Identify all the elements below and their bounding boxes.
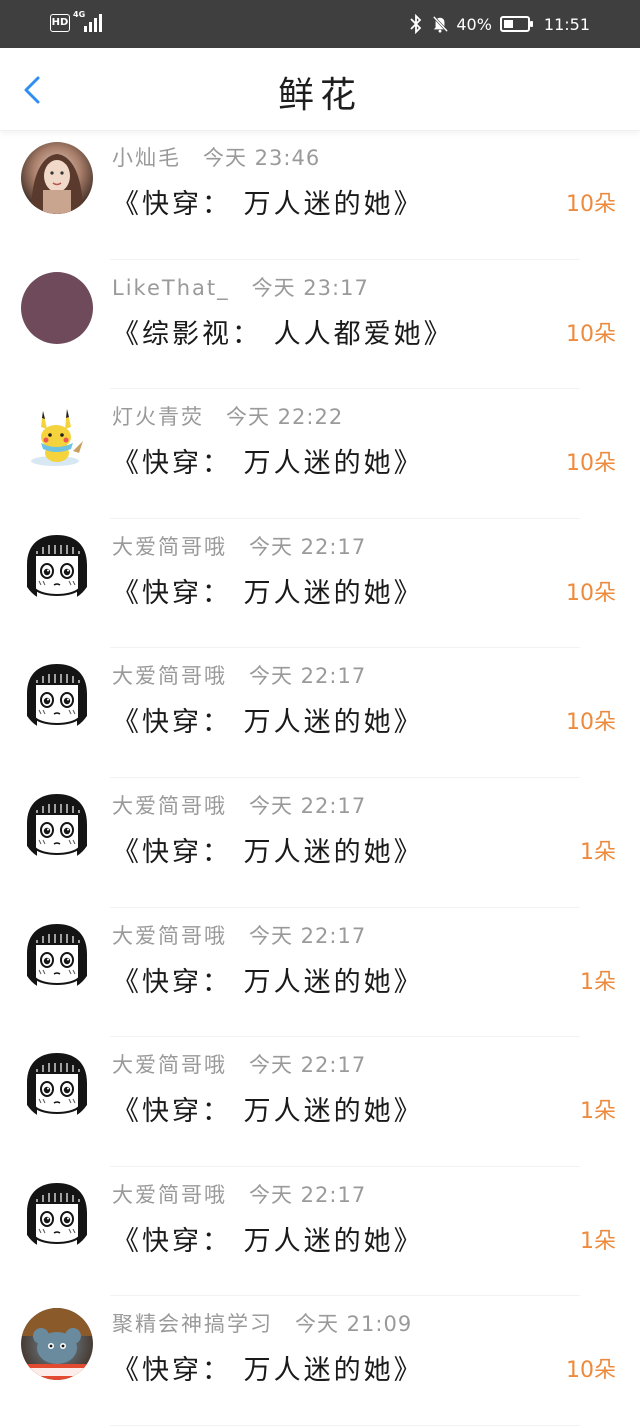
flower-amount: 10朵 (566, 192, 616, 217)
hd-badge: HD (50, 14, 70, 32)
flower-amount: 1朵 (580, 969, 616, 995)
flower-amount: 1朵 (580, 1228, 616, 1254)
gift-time: 今天 22:17 (249, 534, 367, 559)
gift-row[interactable]: 大爱简哥哦 今天 22:17 《快穿： 万人迷的她》 10朵 (0, 519, 640, 649)
gift-row[interactable]: 聚精会神搞学习 今天 21:09 《快穿： 万人迷的她》 10朵 (0, 1296, 640, 1426)
gift-row[interactable]: 大爱简哥哦 今天 22:17 《快穿： 万人迷的她》 1朵 (0, 1037, 640, 1167)
manga-girl-avatar[interactable] (21, 919, 93, 992)
page-title: 鲜花 (277, 75, 362, 116)
book-title[interactable]: 《快穿： 万人迷的她》 (112, 700, 424, 739)
manga-girl-avatar[interactable] (21, 1049, 93, 1122)
gift-row[interactable]: 灯火青荧 今天 22:22 《快穿： 万人迷的她》 10朵 (0, 389, 640, 519)
gift-meta: 小灿毛 今天 23:46 (112, 142, 320, 172)
gift-row[interactable]: 大爱简哥哦 今天 22:17 《快穿： 万人迷的她》 1朵 (0, 908, 640, 1038)
gift-time: 今天 23:17 (251, 275, 369, 300)
book-title[interactable]: 《快穿： 万人迷的她》 (112, 1089, 424, 1128)
status-bar: HD 4G 40% 11:51 (0, 0, 640, 48)
gift-time: 今天 22:22 (226, 405, 344, 430)
gift-row[interactable]: 大爱简哥哦 今天 22:17 《快穿： 万人迷的她》 1朵 (0, 1167, 640, 1297)
flower-amount: 10朵 (566, 451, 616, 477)
book-title[interactable]: 《快穿： 万人迷的她》 (112, 1348, 424, 1387)
book-title[interactable]: 《快穿： 万人迷的她》 (112, 960, 424, 999)
sender-name[interactable]: 小灿毛 (112, 146, 181, 170)
signal-icon (84, 12, 106, 32)
manga-girl-avatar[interactable] (21, 530, 93, 603)
sender-name[interactable]: 灯火青荧 (112, 405, 204, 429)
book-title[interactable]: 《快穿： 万人迷的她》 (112, 182, 424, 221)
sender-name[interactable]: 大爱简哥哦 (112, 924, 227, 948)
status-right: 40% 11:51 (408, 0, 590, 48)
plain-avatar[interactable] (21, 271, 93, 344)
gift-time: 今天 22:17 (249, 1182, 367, 1207)
battery-percent: 40% (456, 14, 492, 34)
flower-amount: 10朵 (566, 321, 616, 347)
gift-row[interactable]: 大爱简哥哦 今天 22:17 《快穿： 万人迷的她》 1朵 (0, 778, 640, 908)
gift-meta: 大爱简哥哦 今天 22:17 (112, 1049, 366, 1079)
gift-meta: 灯火青荧 今天 22:22 (112, 401, 343, 431)
gift-meta: 大爱简哥哦 今天 22:17 (112, 920, 366, 950)
pikachu-avatar[interactable] (21, 401, 93, 474)
gift-time: 今天 22:17 (249, 793, 367, 818)
gift-time: 今天 23:46 (203, 146, 321, 170)
book-title[interactable]: 《快穿： 万人迷的她》 (112, 830, 424, 869)
gift-meta: 大爱简哥哦 今天 22:17 (112, 531, 366, 561)
app-header: 鲜花 (0, 48, 640, 131)
gift-meta: 大爱简哥哦 今天 22:17 (112, 790, 366, 820)
gift-meta: 大爱简哥哦 今天 22:17 (112, 660, 366, 690)
gift-time: 今天 22:17 (249, 1053, 367, 1078)
manga-girl-avatar[interactable] (21, 1178, 93, 1251)
battery-fill (503, 20, 513, 28)
sender-name[interactable]: 大爱简哥哦 (112, 535, 227, 559)
book-title[interactable]: 《快穿： 万人迷的她》 (112, 571, 424, 610)
gift-row[interactable]: LikeThat_ 今天 23:17 《综影视： 人人都爱她》 10朵 (0, 260, 640, 390)
book-title[interactable]: 《综影视： 人人都爱她》 (112, 312, 454, 351)
clock: 11:51 (543, 14, 590, 34)
flower-amount: 1朵 (580, 1099, 616, 1125)
sender-name[interactable]: 大爱简哥哦 (112, 1053, 227, 1077)
gift-meta: LikeThat_ 今天 23:17 (112, 272, 369, 302)
bluetooth-icon (410, 14, 422, 34)
mute-bell-icon (433, 15, 449, 33)
battery-icon (499, 16, 533, 32)
gift-time: 今天 21:09 (295, 1312, 413, 1337)
flower-amount: 10朵 (566, 710, 616, 736)
sender-name[interactable]: 大爱简哥哦 (112, 664, 227, 688)
gift-row[interactable]: 小灿毛 今天 23:46 《快穿： 万人迷的她》 10朵 (0, 130, 640, 260)
sender-name[interactable]: 大爱简哥哦 (112, 794, 227, 818)
manga-girl-avatar[interactable] (21, 789, 93, 862)
manga-girl-avatar[interactable] (21, 660, 93, 733)
flower-amount: 10朵 (566, 1358, 616, 1384)
sender-name[interactable]: 大爱简哥哦 (112, 1183, 227, 1207)
sender-name[interactable]: LikeThat_ (112, 276, 230, 300)
gift-row[interactable]: 大爱简哥哦 今天 22:17 《快穿： 万人迷的她》 10朵 (0, 648, 640, 778)
gift-list: 小灿毛 今天 23:46 《快穿： 万人迷的她》 10朵 LikeThat_ 今天 23:… (0, 130, 640, 1426)
flower-amount: 10朵 (566, 580, 616, 606)
book-title[interactable]: 《快穿： 万人迷的她》 (112, 441, 424, 480)
photo-avatar[interactable] (21, 142, 93, 214)
sender-name[interactable]: 聚精会神搞学习 (112, 1312, 273, 1336)
gift-meta: 大爱简哥哦 今天 22:17 (112, 1179, 366, 1209)
gift-time: 今天 22:17 (249, 664, 367, 689)
flower-amount: 1朵 (580, 839, 616, 865)
gift-meta: 聚精会神搞学习 今天 21:09 (112, 1308, 412, 1338)
book-title[interactable]: 《快穿： 万人迷的她》 (112, 1219, 424, 1258)
gift-time: 今天 22:17 (249, 923, 367, 948)
network-type: 4G (73, 10, 86, 19)
cartoon-mouse-avatar[interactable] (21, 1308, 93, 1381)
